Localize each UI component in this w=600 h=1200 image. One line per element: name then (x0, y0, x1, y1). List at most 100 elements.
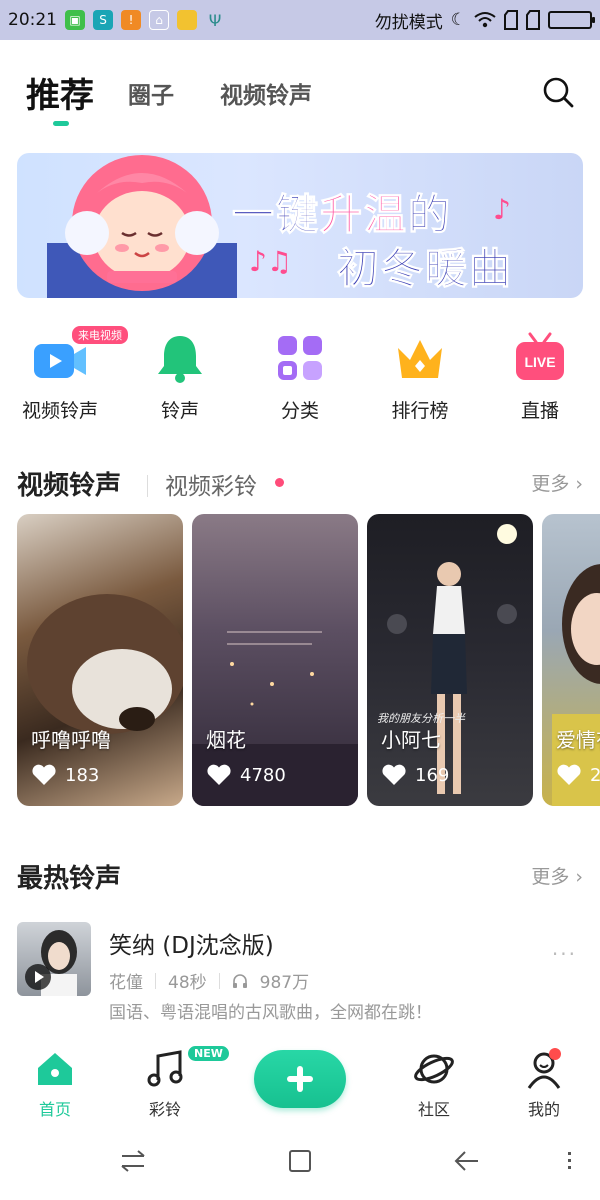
likes-count: 2 (590, 764, 600, 786)
video-title: 爱情有 (556, 728, 600, 752)
nav-mine[interactable]: 我的 (494, 1048, 594, 1120)
bottom-nav: 首页 彩铃 NEW 社区 我的 (0, 1040, 600, 1124)
home-square-icon[interactable] (285, 1146, 315, 1176)
quick-item-video-ringtone[interactable]: 来电视频 视频铃声 (5, 326, 128, 423)
add-button[interactable] (254, 1050, 346, 1108)
song-meta: 花僮 48秒 987万 (109, 968, 309, 993)
live-icon-text: LIVE (524, 354, 555, 370)
notification-dot (275, 478, 284, 487)
back-icon[interactable] (452, 1146, 482, 1176)
planet-icon (414, 1054, 454, 1084)
banner-character-illustration (47, 155, 237, 298)
video-likes: 4780 (206, 764, 286, 786)
battery-icon (548, 11, 595, 29)
song-plays: 987万 (259, 973, 310, 993)
quick-label: 铃声 (160, 400, 199, 422)
usb-icon: Ψ (208, 10, 222, 30)
nav-label: 首页 (38, 1100, 71, 1119)
wifi-icon (474, 12, 496, 28)
likes-count: 169 (415, 764, 450, 786)
likes-count: 183 (65, 764, 100, 786)
app-icon: S (93, 10, 113, 30)
promo-banner[interactable]: 一键升温的 初冬暖曲 ♪♫ ♪ (17, 153, 583, 298)
banner-title-line2: 初冬暖曲 (336, 244, 514, 294)
play-icon[interactable] (25, 964, 51, 990)
grid-icon (278, 336, 322, 380)
woman-thumbnail (552, 564, 600, 806)
video-color-ring-tab[interactable]: 视频彩铃 (165, 467, 257, 501)
tab-recommend[interactable]: 推荐 (26, 68, 94, 117)
nav-home[interactable]: 首页 (5, 1048, 105, 1120)
video-title: 小阿七 (381, 728, 441, 752)
video-card-list: 呼噜呼噜 183 烟花 4780 我的朋友分析一半 小阿七 169 爱情 2 (17, 514, 600, 808)
system-nav-bar (0, 1124, 600, 1200)
notification-dot (549, 1048, 561, 1060)
video-section-header: 视频铃声 视频彩铃 更多 › (17, 465, 583, 505)
heart-icon[interactable] (381, 764, 407, 786)
hot-section-title: 最热铃声 (17, 864, 122, 894)
nav-community[interactable]: 社区 (384, 1048, 484, 1120)
divider (218, 972, 220, 989)
headphones-icon (232, 973, 247, 988)
quick-label: 视频铃声 (21, 400, 98, 422)
nav-label: 社区 (417, 1100, 450, 1119)
music-note-icon: ♪♫ (249, 245, 292, 278)
warning-icon: ! (121, 10, 141, 30)
song-list-item[interactable]: 笑纳 (DJ沈念版) 花僮 48秒 987万 国语、粤语混唱的古风歌曲，全网都在… (17, 920, 583, 1030)
heart-icon[interactable] (31, 764, 57, 786)
divider (147, 475, 148, 497)
hot-section-header: 最热铃声 更多 › (17, 858, 583, 898)
song-artist: 花僮 (109, 973, 143, 993)
moon-icon: ☾ (450, 10, 466, 30)
search-icon[interactable] (540, 74, 576, 110)
tab-circle[interactable]: 圈子 (128, 76, 174, 110)
quick-badge: 来电视频 (72, 326, 128, 344)
music-note-icon (147, 1050, 183, 1087)
banner-text-a: 一键 (231, 190, 321, 240)
home-icon (38, 1053, 72, 1085)
video-card[interactable]: 爱情有 2 (542, 514, 600, 806)
quick-label: 直播 (520, 400, 559, 422)
dnd-text: 勿扰模式 (374, 12, 443, 33)
quick-label: 排行榜 (391, 400, 449, 422)
new-badge: NEW (188, 1046, 229, 1061)
likes-count: 4780 (240, 764, 286, 786)
music-note-icon: ♪ (493, 193, 511, 226)
quick-item-ranking[interactable]: 排行榜 (365, 330, 475, 423)
tab-video-ringtone[interactable]: 视频铃声 (220, 76, 312, 110)
banner-title-line1: 一键升温的 (231, 181, 453, 242)
song-description: 国语、粤语混唱的古风歌曲，全网都在跳！ (109, 1003, 432, 1023)
quick-item-ringtone[interactable]: 铃声 (125, 330, 235, 423)
video-title: 呼噜呼噜 (31, 728, 111, 752)
quick-item-live[interactable]: LIVE 直播 (485, 330, 595, 423)
switch-apps-icon[interactable] (118, 1146, 148, 1176)
banner-text-b: 的 (408, 190, 453, 240)
crown-icon (398, 340, 442, 378)
video-card[interactable]: 烟花 4780 (192, 514, 358, 806)
more-options-icon[interactable]: ··· (552, 942, 577, 966)
dog-thumbnail (27, 594, 183, 734)
android-app-icon: ▣ (65, 10, 85, 30)
video-title: 烟花 (206, 728, 246, 752)
menu-icon[interactable] (555, 1146, 585, 1176)
quick-item-category[interactable]: 分类 (245, 330, 355, 423)
video-likes: 169 (381, 764, 449, 786)
heart-icon[interactable] (206, 764, 232, 786)
top-tabs: 推荐 圈子 视频铃声 (0, 58, 600, 128)
heart-icon[interactable] (556, 764, 582, 786)
sim-icon (504, 10, 518, 30)
dancer-thumbnail (387, 524, 517, 794)
hot-more-link[interactable]: 更多 › (531, 862, 583, 889)
quick-label: 分类 (280, 400, 319, 422)
video-likes: 2 (556, 764, 600, 786)
song-cover[interactable] (17, 922, 91, 996)
folder-icon (177, 10, 197, 30)
video-card[interactable]: 我的朋友分析一半 小阿七 169 (367, 514, 533, 806)
fireworks-thumbnail (192, 631, 358, 806)
video-card[interactable]: 呼噜呼噜 183 (17, 514, 183, 806)
video-more-link[interactable]: 更多 › (531, 469, 583, 496)
plus-icon (287, 1066, 313, 1092)
video-section-title: 视频铃声 (17, 471, 122, 501)
clean-icon: ⌂ (149, 10, 169, 30)
live-tv-icon: LIVE (516, 332, 564, 380)
